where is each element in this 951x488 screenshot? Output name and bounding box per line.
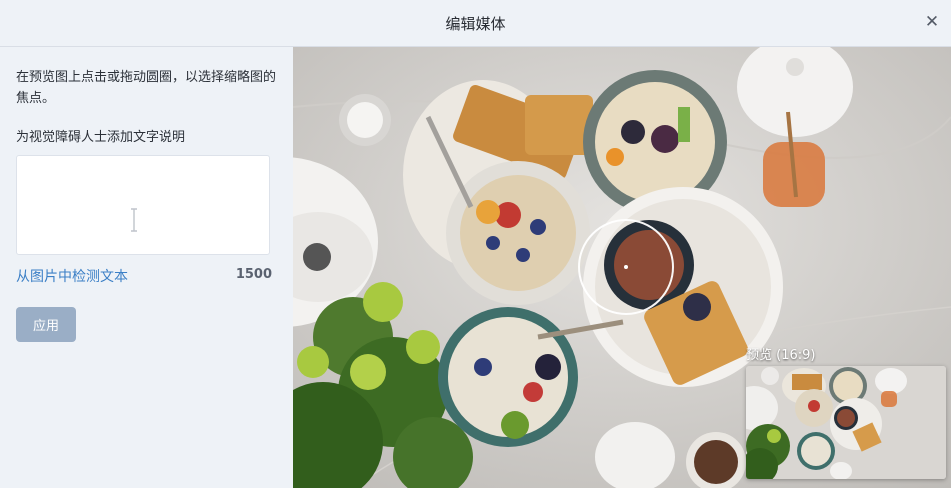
char-counter: 1500: [235, 267, 272, 282]
focal-point-hint: 在预览图上点击或拖动圆圈，以选择缩略图的焦点。: [16, 70, 277, 106]
thumbnail-image: [746, 366, 946, 479]
modal-header: 编辑媒体 ✕: [0, 0, 951, 47]
sidebar-panel: 在预览图上点击或拖动圆圈，以选择缩略图的焦点。 为视觉障碍人士添加文字说明 从图…: [0, 47, 292, 488]
preview-label: 预览 (16:9): [746, 348, 816, 363]
alt-text-label: 为视觉障碍人士添加文字说明: [16, 130, 186, 145]
focal-point-circle[interactable]: [578, 219, 674, 315]
alt-text-textarea[interactable]: [17, 156, 269, 254]
focal-point-dot: [624, 265, 628, 269]
apply-button[interactable]: 应用: [16, 307, 76, 342]
thumbnail-preview: [746, 366, 946, 479]
alt-text-field[interactable]: [16, 155, 270, 255]
close-icon[interactable]: ✕: [923, 13, 941, 31]
modal-title: 编辑媒体: [445, 15, 506, 33]
detect-text-link[interactable]: 从图片中检测文本: [16, 266, 128, 286]
